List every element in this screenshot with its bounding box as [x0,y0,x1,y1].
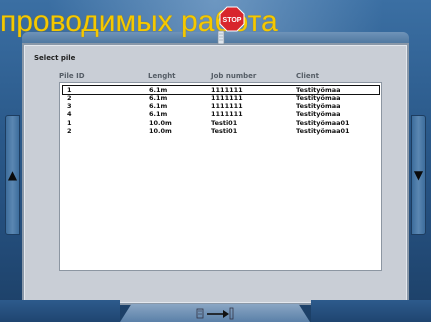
cell-length: 6.1m [149,102,168,110]
table-row[interactable]: 1 6.1m 1111111 Testityömaa [62,85,380,95]
pile-marker-icon [217,30,225,45]
column-header-pile-id: Pile ID [59,72,85,80]
cell-pile-id: 4 [67,110,72,118]
cell-length: 6.1m [149,86,168,94]
cell-job-number: 1111111 [211,102,243,110]
cell-client: Testityömaa01 [296,119,350,127]
triangle-left-icon: ▲ [7,168,18,182]
cell-length: 6.1m [149,110,168,118]
cell-length: 10.0m [149,119,172,127]
cell-client: Testityömaa [296,102,341,110]
cell-pile-id: 3 [67,102,72,110]
cell-job-number: 1111111 [211,94,243,102]
cell-job-number: 1111111 [211,110,243,118]
cell-job-number: 1111111 [211,86,243,94]
cell-client: Testityömaa [296,94,341,102]
table-row[interactable]: 1 10.0m Testi01 Testityömaa01 [63,119,379,127]
table-row[interactable]: 2 6.1m 1111111 Testityömaa [63,94,379,102]
table-row[interactable]: 4 6.1m 1111111 Testityömaa [63,110,379,118]
pile-list[interactable]: 1 6.1m 1111111 Testityömaa 2 6.1m 111111… [59,82,382,271]
pile-drive-arrow-icon[interactable] [195,306,235,320]
column-header-length: Lenght [148,72,176,80]
right-rail: ▼ [411,115,426,235]
bottom-rail-right [311,300,431,322]
table-row[interactable]: 3 6.1m 1111111 Testityömaa [63,102,379,110]
bottom-rail-left [0,300,120,322]
column-header-job-number: Job number [211,72,257,80]
panel-title: Select pile [34,54,76,62]
scroll-left-button[interactable]: ▲ [6,116,19,234]
scroll-right-button[interactable]: ▼ [412,116,425,234]
cell-client: Testityömaa [296,110,341,118]
cell-client: Testityömaa01 [296,127,350,135]
cell-pile-id: 1 [67,86,72,94]
triangle-right-icon: ▼ [413,168,424,182]
cell-length: 10.0m [149,127,172,135]
table-row[interactable]: 2 10.0m Testi01 Testityömaa01 [63,127,379,135]
cell-length: 6.1m [149,94,168,102]
cell-job-number: Testi01 [211,127,238,135]
cell-pile-id: 2 [67,127,72,135]
stop-sign-label: STOP [223,17,242,24]
left-rail: ▲ [5,115,20,235]
column-header-client: Client [296,72,320,80]
cell-pile-id: 1 [67,119,72,127]
cell-pile-id: 2 [67,94,72,102]
cell-job-number: Testi01 [211,119,238,127]
stop-sign-icon: STOP [219,6,245,32]
cell-client: Testityömaa [296,86,341,94]
